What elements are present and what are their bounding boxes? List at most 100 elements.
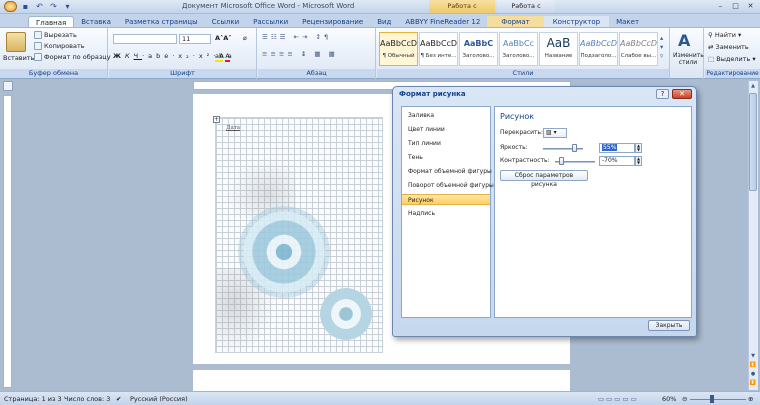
office-button[interactable] (4, 1, 17, 12)
customize-qat-icon[interactable]: ▾ (62, 2, 73, 12)
font-size-combo[interactable]: 11 (179, 34, 211, 44)
cut-button[interactable]: Вырезать (34, 31, 77, 39)
style-subtitle[interactable]: AaBbCcDc Подзаголо... (579, 32, 618, 66)
scroll-down-icon[interactable]: ▼ (749, 352, 757, 361)
cut-label: Вырезать (44, 31, 77, 39)
recolor-label: Перекрасить: (500, 129, 544, 136)
brightness-slider-thumb[interactable] (572, 144, 577, 152)
maximize-icon[interactable]: □ (729, 1, 742, 11)
help-icon[interactable]: ? (656, 89, 669, 99)
style-sample: AaBbCcDc (580, 39, 617, 48)
replace-button[interactable]: ⇄ Заменить (708, 43, 749, 51)
dialog-title: Формат рисунка (399, 90, 466, 98)
minimize-icon[interactable]: – (714, 1, 727, 11)
change-styles-button[interactable]: Изменить стили (673, 52, 704, 66)
format-painter-button[interactable]: Формат по образцу (34, 53, 111, 61)
next-page-icon[interactable]: ⏬ (749, 379, 757, 388)
brightness-slider[interactable] (543, 148, 583, 150)
find-button[interactable]: ⚲ Найти ▾ (708, 31, 741, 39)
contrast-slider-thumb[interactable] (559, 157, 564, 165)
grow-font-icon[interactable]: A˄A˅ (215, 34, 232, 42)
paste-button[interactable]: Вставить (3, 54, 34, 62)
underline-icon[interactable]: Ч (134, 52, 142, 60)
ribbon: Вставить Вырезать Копировать Формат по о… (0, 27, 760, 79)
prev-page-icon[interactable]: ⏫ (749, 361, 757, 370)
style-sample: AaBbC (463, 39, 494, 48)
browse-object-icon[interactable]: ● (749, 370, 757, 379)
style-no-spacing[interactable]: AaBbCcDc ¶ Без инте... (419, 32, 458, 66)
nav-item-line-color[interactable]: Цвет линии (402, 124, 490, 135)
nav-item-picture[interactable]: Рисунок (402, 194, 490, 205)
reset-picture-button[interactable]: Сброс параметров рисунка (500, 170, 588, 188)
italic-icon[interactable]: К (125, 52, 134, 60)
recolor-icon: ▨ (546, 129, 552, 136)
styles-group: AaBbCcDc¶ Обычный AaBbCcDc¶ Без инте... … (377, 28, 670, 79)
undo-icon[interactable]: ↶ (34, 2, 45, 12)
document-picture[interactable] (215, 117, 383, 353)
font-group: 11 A˄A˅ ⌀ ЖКЧ·abe·x₂·x²·Aa ab A Шрифт (109, 28, 257, 79)
scrollbar-thumb[interactable] (749, 93, 757, 191)
zoom-slider[interactable] (690, 399, 746, 400)
style-title[interactable]: AaB Название (539, 32, 578, 66)
zoom-level[interactable]: 60% (662, 395, 676, 403)
style-name: Подзаголо... (580, 53, 617, 59)
dialog-close-icon[interactable]: ✕ (672, 89, 692, 99)
styles-scroll-icon[interactable]: ▴ ▾ ▿ (660, 34, 663, 61)
style-heading-1[interactable]: AaBbC Заголово... (459, 32, 498, 66)
nav-item-text-box[interactable]: Надпись (402, 208, 490, 219)
font-color-icon[interactable]: A (225, 52, 230, 62)
vertical-ruler[interactable] (3, 95, 12, 388)
contrast-spin-arrows-icon[interactable]: ▲ ▼ (635, 156, 642, 166)
select-button[interactable]: ⬚ Выделить ▾ (708, 55, 756, 63)
copy-label: Копировать (44, 42, 85, 50)
save-icon[interactable]: ▪ (20, 2, 31, 12)
proofing-icon[interactable]: ✔ (116, 395, 121, 403)
recolor-dropdown[interactable]: ▨ ▾ (543, 128, 567, 138)
bold-icon[interactable]: Ж (113, 52, 125, 60)
nav-item-line-style[interactable]: Тип линии (402, 138, 490, 149)
alignment-buttons[interactable]: ≡≡≡≡ ↨ ▦ ▦ (262, 50, 338, 58)
document-page[interactable] (193, 370, 570, 392)
contrast-spinbox[interactable]: -70% (599, 156, 635, 166)
page-count[interactable]: Страница: 1 из 3 (4, 395, 62, 403)
nav-item-3d-rotation[interactable]: Поворот объемной фигуры (402, 180, 494, 191)
styles-group-label: Стили (377, 69, 669, 78)
brightness-spin-arrows-icon[interactable]: ▲ ▼ (635, 143, 642, 153)
zoom-out-icon[interactable]: ⊖ (682, 395, 687, 403)
editing-group: ⚲ Найти ▾ ⇄ Заменить ⬚ Выделить ▾ Редакт… (705, 28, 760, 79)
style-heading-2[interactable]: AaBbCc Заголово... (499, 32, 538, 66)
table-move-handle-icon[interactable]: + (213, 116, 220, 123)
clipboard-group-label: Буфер обмена (0, 69, 107, 78)
nav-item-fill[interactable]: Заливка (402, 110, 490, 121)
zoom-slider-thumb[interactable] (710, 395, 714, 403)
change-styles-icon[interactable]: A (678, 31, 690, 50)
close-button[interactable]: Закрыть (648, 320, 690, 331)
paste-icon[interactable] (6, 32, 26, 52)
flower-decoration (320, 288, 372, 340)
ribbon-tabs: Главная Вставка Разметка страницы Ссылки… (0, 14, 760, 28)
style-sample: AaBbCcDc (380, 39, 417, 48)
clear-format-icon[interactable]: ⌀ (243, 34, 247, 42)
word-count[interactable]: Число слов: 3 (64, 395, 110, 403)
copy-button[interactable]: Копировать (34, 42, 85, 50)
redo-icon[interactable]: ↷ (48, 2, 59, 12)
style-sample: AaBbCcDc (620, 39, 657, 48)
font-group-label: Шрифт (109, 69, 256, 78)
list-buttons[interactable]: ☰☷☰ ⇤⇥ ↕¶ (262, 33, 331, 41)
style-normal[interactable]: AaBbCcDc ¶ Обычный (379, 32, 418, 66)
view-buttons[interactable]: ▭▭▭▭▭ (598, 395, 639, 403)
zoom-in-icon[interactable]: ⊕ (748, 395, 753, 403)
close-icon[interactable]: ✕ (744, 1, 757, 11)
highlight-icon[interactable]: ab A (215, 52, 230, 62)
style-subtle-emphasis[interactable]: AaBbCcDc Слабое вы... (619, 32, 658, 66)
font-name-combo[interactable] (113, 34, 177, 44)
language-indicator[interactable]: Русский (Россия) (130, 395, 188, 403)
nav-item-shadow[interactable]: Тень (402, 152, 490, 163)
binoculars-icon: ⚲ (708, 31, 713, 39)
scroll-up-icon[interactable]: ▲ (749, 82, 757, 91)
brightness-spinbox[interactable]: 55% (599, 143, 635, 153)
tab-selector[interactable] (3, 81, 13, 91)
nav-item-3d-format[interactable]: Формат объемной фигуры (402, 166, 492, 177)
format-picture-dialog: Формат рисунка ? ✕ Заливка Цвет линии Ти… (392, 86, 697, 337)
style-sample: AaBbCc (503, 39, 534, 48)
